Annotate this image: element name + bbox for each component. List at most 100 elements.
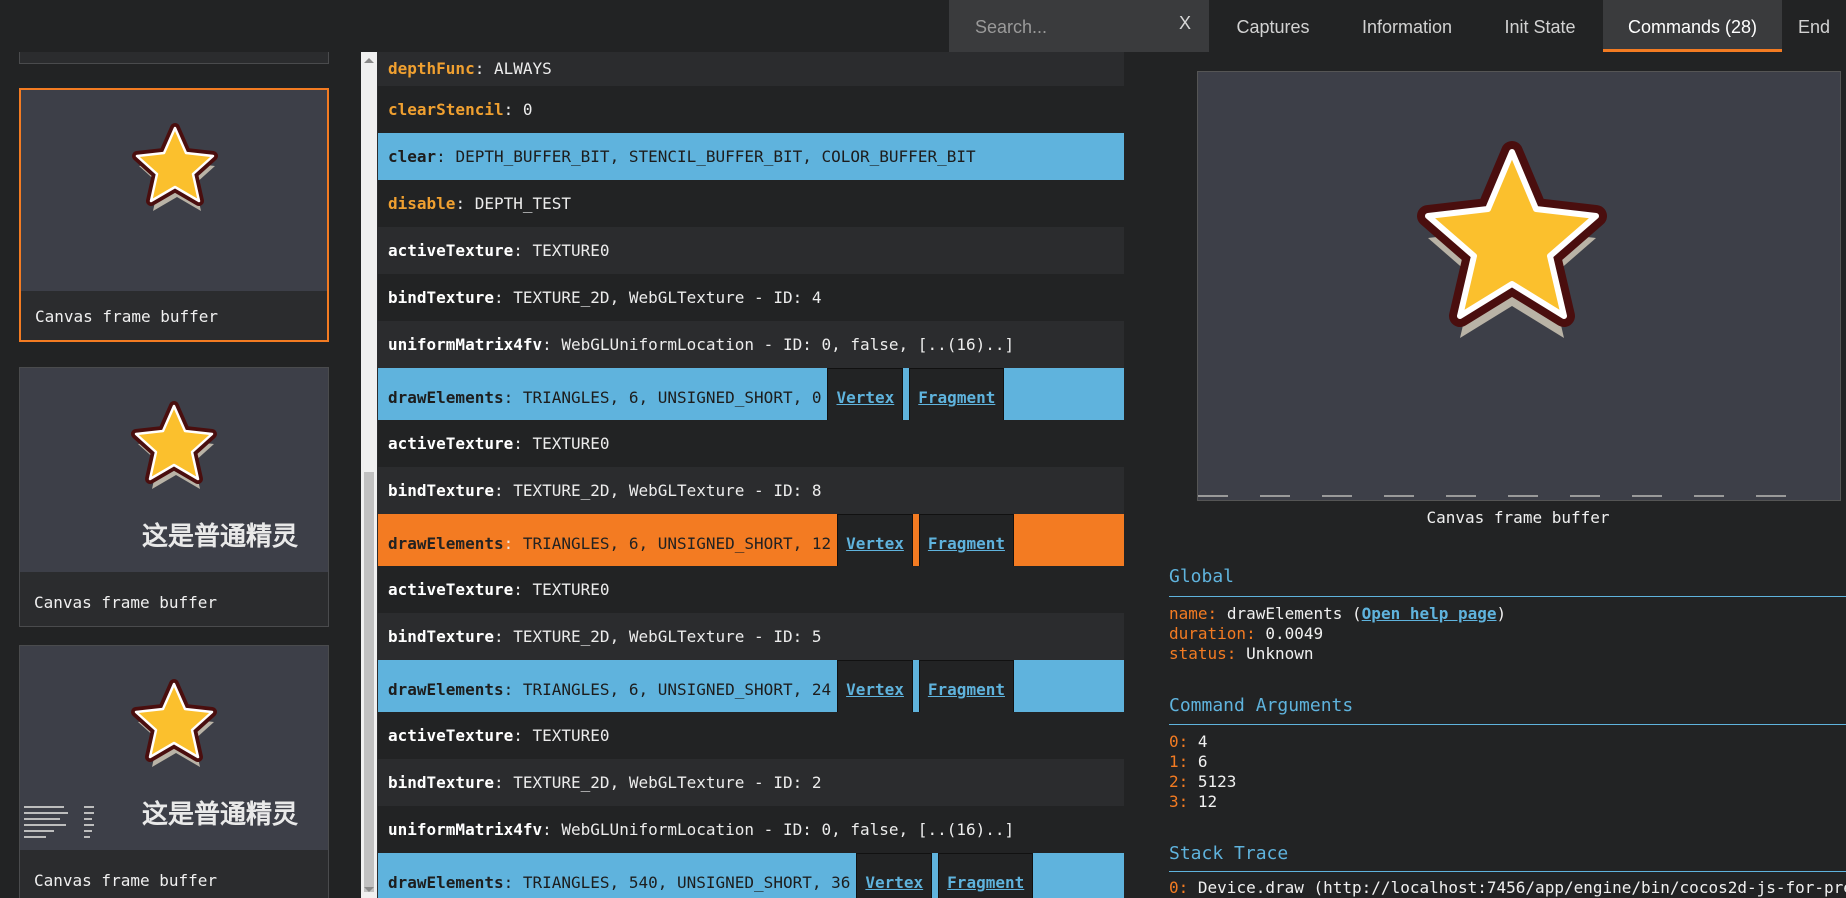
command-row[interactable]: bindTexture: TEXTURE_2D, WebGLTexture - … [378,274,1124,321]
vertex-shader-button[interactable]: Vertex [837,660,913,720]
command-row[interactable]: depthFunc: ALWAYS [378,52,1124,86]
command-row[interactable]: activeTexture: TEXTURE0 [378,420,1124,467]
vertex-shader-button[interactable]: Vertex [837,514,913,574]
thumbnail-caption: Canvas frame buffer [34,593,218,612]
argument-row: 2: 5123 [1169,772,1236,791]
star-icon [132,123,218,211]
clear-search-button[interactable]: X [1179,13,1191,34]
capture-thumbnail-list: Canvas frame buffer 这是普通精灵 Canvas frame … [0,52,360,898]
command-row[interactable]: activeTexture: TEXTURE0 [378,712,1124,759]
command-name: clear [388,147,437,166]
command-args: TEXTURE0 [532,434,610,453]
debug-stats-overlay [24,806,94,838]
field-key: name: [1169,604,1218,623]
command-list-left-scrollbar[interactable] [361,52,377,898]
command-args: TRIANGLES, 6, UNSIGNED_SHORT, 0 [522,388,822,407]
command-args: TEXTURE_2D, WebGLTexture - ID: 8 [513,481,822,500]
scroll-down-arrow-icon[interactable] [364,887,374,892]
field-value: drawElements [1226,604,1343,623]
field-key: 0: [1169,732,1189,751]
command-args: WebGLUniformLocation - ID: 0, false, [..… [561,335,1015,354]
command-name: drawElements [388,388,504,407]
command-row[interactable]: clear: DEPTH_BUFFER_BIT, STENCIL_BUFFER_… [378,133,1124,180]
field-value: 6 [1197,752,1208,771]
command-name: bindTexture [388,288,494,307]
command-args: TRIANGLES, 540, UNSIGNED_SHORT, 36 [522,873,851,892]
tab-end[interactable]: End [1782,0,1846,52]
command-row-selected[interactable]: drawElements: TRIANGLES, 6, UNSIGNED_SHO… [378,514,1124,574]
section-divider [1169,871,1846,872]
stack-trace-row: 0: Device.draw (http://localhost:7456/ap… [1169,878,1846,897]
thumbnail-image [21,90,327,291]
command-row[interactable]: activeTexture: TEXTURE0 [378,227,1124,274]
thumbnail-image: 这是普通精灵 [20,368,328,572]
global-status-row: status: Unknown [1169,644,1314,663]
open-help-page-link[interactable]: Open help page [1362,604,1497,623]
argument-row: 3: 12 [1169,792,1217,811]
thumbnail-partial[interactable] [19,52,329,64]
command-name: disable [388,194,456,213]
command-name: bindTexture [388,481,494,500]
preview-caption: Canvas frame buffer [1426,508,1610,527]
command-args: 0 [522,100,533,119]
command-args: TRIANGLES, 6, UNSIGNED_SHORT, 12 [522,534,832,553]
sprite-text: 这是普通精灵 [142,799,299,829]
command-name: depthFunc [388,59,475,78]
global-name-row: name: drawElements (Open help page) [1169,604,1507,623]
tab-init-state[interactable]: Init State [1477,0,1603,52]
field-key: 1: [1169,752,1189,771]
global-duration-row: duration: 0.0049 [1169,624,1323,643]
command-row[interactable]: bindTexture: TEXTURE_2D, WebGLTexture - … [378,759,1124,806]
section-divider [1169,596,1846,597]
tab-information[interactable]: Information [1337,0,1477,52]
field-value: 4 [1197,732,1208,751]
field-key: duration: [1169,624,1256,643]
thumbnail-item[interactable]: Canvas frame buffer [19,88,329,342]
command-list: depthFunc: ALWAYS clearStencil: 0 clear:… [361,52,1124,898]
scroll-up-arrow-icon[interactable] [364,58,374,63]
arguments-section-title: Command Arguments [1169,695,1354,716]
command-args: TEXTURE_2D, WebGLTexture - ID: 2 [513,773,822,792]
command-name: clearStencil [388,100,504,119]
field-value: 12 [1197,792,1218,811]
vertex-shader-button[interactable]: Vertex [827,368,904,428]
command-row[interactable]: drawElements: TRIANGLES, 540, UNSIGNED_S… [378,853,1124,898]
command-name: bindTexture [388,773,494,792]
command-row[interactable]: activeTexture: TEXTURE0 [378,566,1124,613]
tab-commands[interactable]: Commands (28) [1603,0,1782,52]
command-row[interactable]: uniformMatrix4fv: WebGLUniformLocation -… [378,806,1124,853]
command-name: activeTexture [388,726,514,745]
command-name: activeTexture [388,434,514,453]
vertex-shader-button[interactable]: Vertex [856,853,933,898]
fragment-shader-button[interactable]: Fragment [918,514,1014,574]
thumbnail-item[interactable]: 这是普通精灵 Canvas frame buffer [19,367,329,627]
command-row[interactable]: bindTexture: TEXTURE_2D, WebGLTexture - … [378,467,1124,514]
fragment-shader-button[interactable]: Fragment [918,660,1014,720]
field-key: status: [1169,644,1237,663]
field-key: 2: [1169,772,1189,791]
scrollbar-thumb[interactable] [364,472,374,892]
fragment-shader-button[interactable]: Fragment [909,368,1005,428]
section-divider [1169,724,1846,725]
tab-captures[interactable]: Captures [1209,0,1337,52]
command-name: activeTexture [388,241,514,260]
command-row[interactable]: drawElements: TRIANGLES, 6, UNSIGNED_SHO… [378,368,1124,428]
command-row[interactable]: drawElements: TRIANGLES, 6, UNSIGNED_SHO… [378,660,1124,720]
command-args: TEXTURE_2D, WebGLTexture - ID: 5 [513,627,822,646]
command-args: DEPTH_BUFFER_BIT, STENCIL_BUFFER_BIT, CO… [455,147,976,166]
command-row[interactable]: disable: DEPTH_TEST [378,180,1124,227]
thumbnail-caption: Canvas frame buffer [35,307,219,326]
field-value: Unknown [1246,644,1314,663]
field-value: Device.draw (http://localhost:7456/app/e… [1197,878,1846,897]
thumbnail-item[interactable]: 这是普通精灵 Canvas frame buffer [19,645,329,898]
fragment-shader-button[interactable]: Fragment [938,853,1034,898]
global-section-title: Global [1169,566,1235,587]
command-args: ALWAYS [493,59,552,78]
command-row[interactable]: clearStencil: 0 [378,86,1124,133]
command-row[interactable]: bindTexture: TEXTURE_2D, WebGLTexture - … [378,613,1124,660]
command-name: drawElements [388,873,504,892]
search-box[interactable]: X [949,0,1209,52]
sprite-text: 这是普通精灵 [142,521,299,551]
search-input[interactable] [973,13,1167,41]
command-row[interactable]: uniformMatrix4fv: WebGLUniformLocation -… [378,321,1124,368]
